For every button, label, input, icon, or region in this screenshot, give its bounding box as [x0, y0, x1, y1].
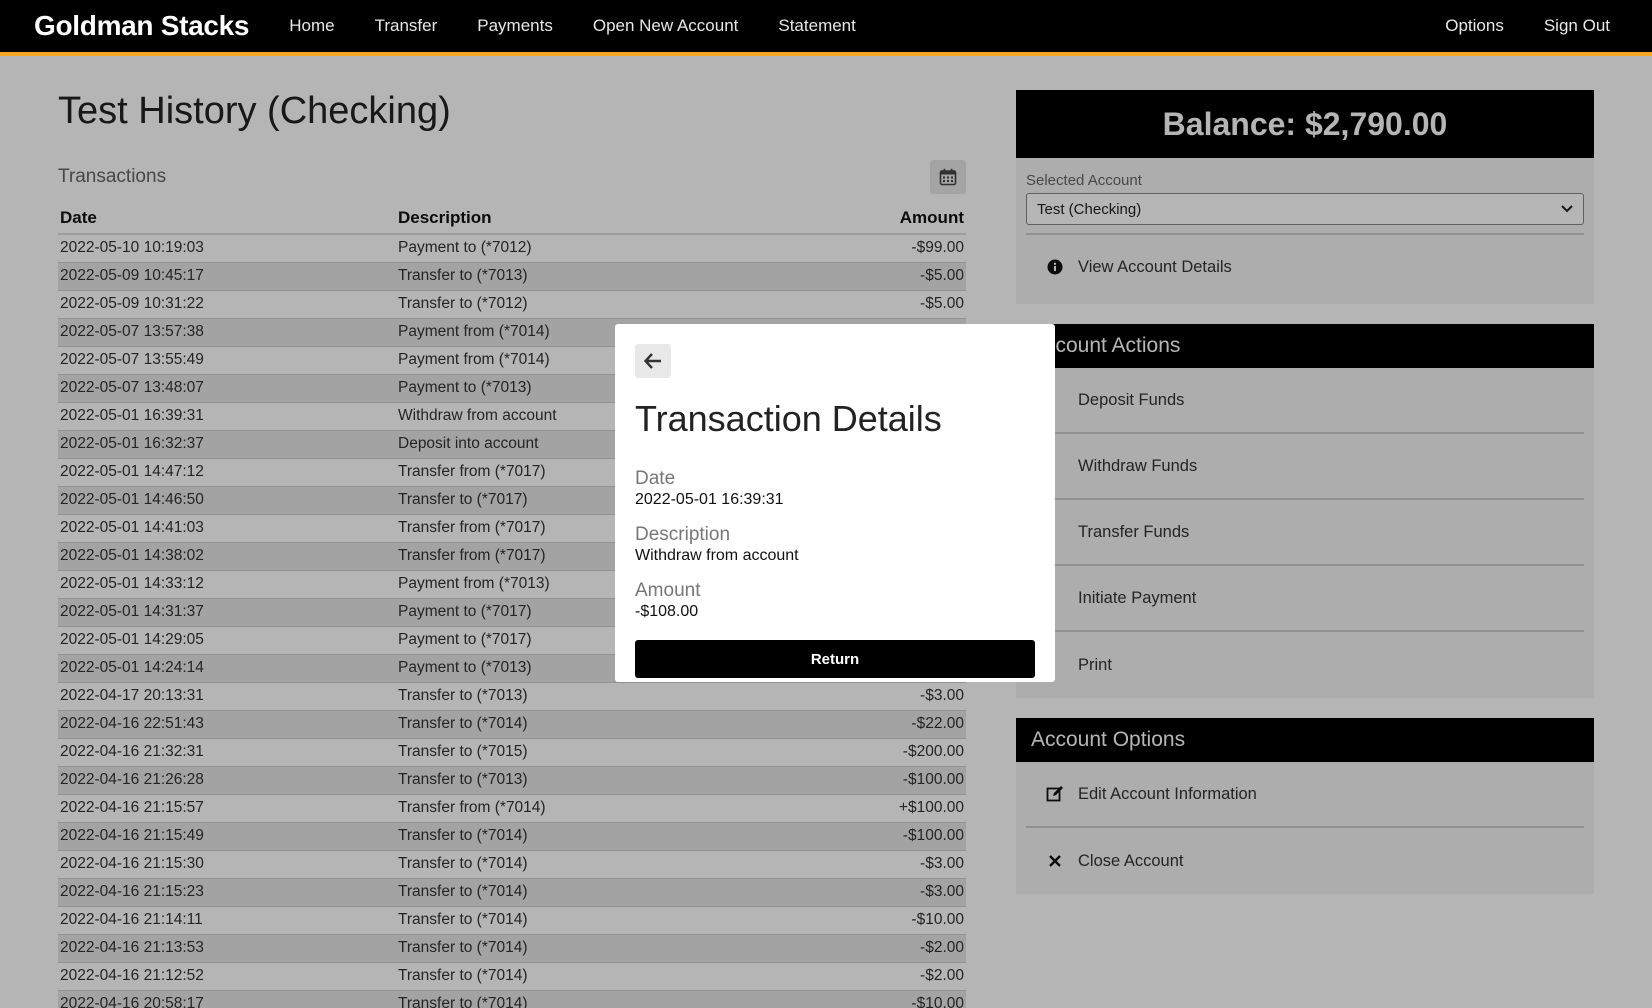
- nav-sign-out[interactable]: Sign Out: [1524, 16, 1630, 36]
- arrow-left-icon: [644, 353, 661, 369]
- return-button[interactable]: Return: [635, 640, 1035, 678]
- nav-transfer[interactable]: Transfer: [355, 16, 458, 36]
- amount-label: Amount: [635, 580, 701, 601]
- description-label: Description: [635, 524, 731, 545]
- brand-logo[interactable]: Goldman Stacks: [34, 10, 250, 42]
- nav-right-group: Options Sign Out: [1425, 16, 1630, 36]
- modal-title: Transaction Details: [635, 398, 942, 439]
- date-label: Date: [635, 468, 676, 489]
- nav-payments[interactable]: Payments: [457, 16, 573, 36]
- amount-value: -$108.00: [635, 603, 699, 620]
- nav-statement[interactable]: Statement: [758, 16, 876, 36]
- nav-options[interactable]: Options: [1425, 16, 1524, 36]
- top-navbar: Goldman Stacks Home Transfer Payments Op…: [0, 0, 1652, 56]
- transaction-details-modal: Transaction Details Date 2022-05-01 16:3…: [615, 324, 1055, 682]
- back-button[interactable]: [635, 344, 671, 378]
- nav-home[interactable]: Home: [269, 16, 354, 36]
- date-value: 2022-05-01 16:39:31: [635, 491, 784, 508]
- description-value: Withdraw from account: [635, 547, 799, 564]
- nav-open-new-account[interactable]: Open New Account: [573, 16, 759, 36]
